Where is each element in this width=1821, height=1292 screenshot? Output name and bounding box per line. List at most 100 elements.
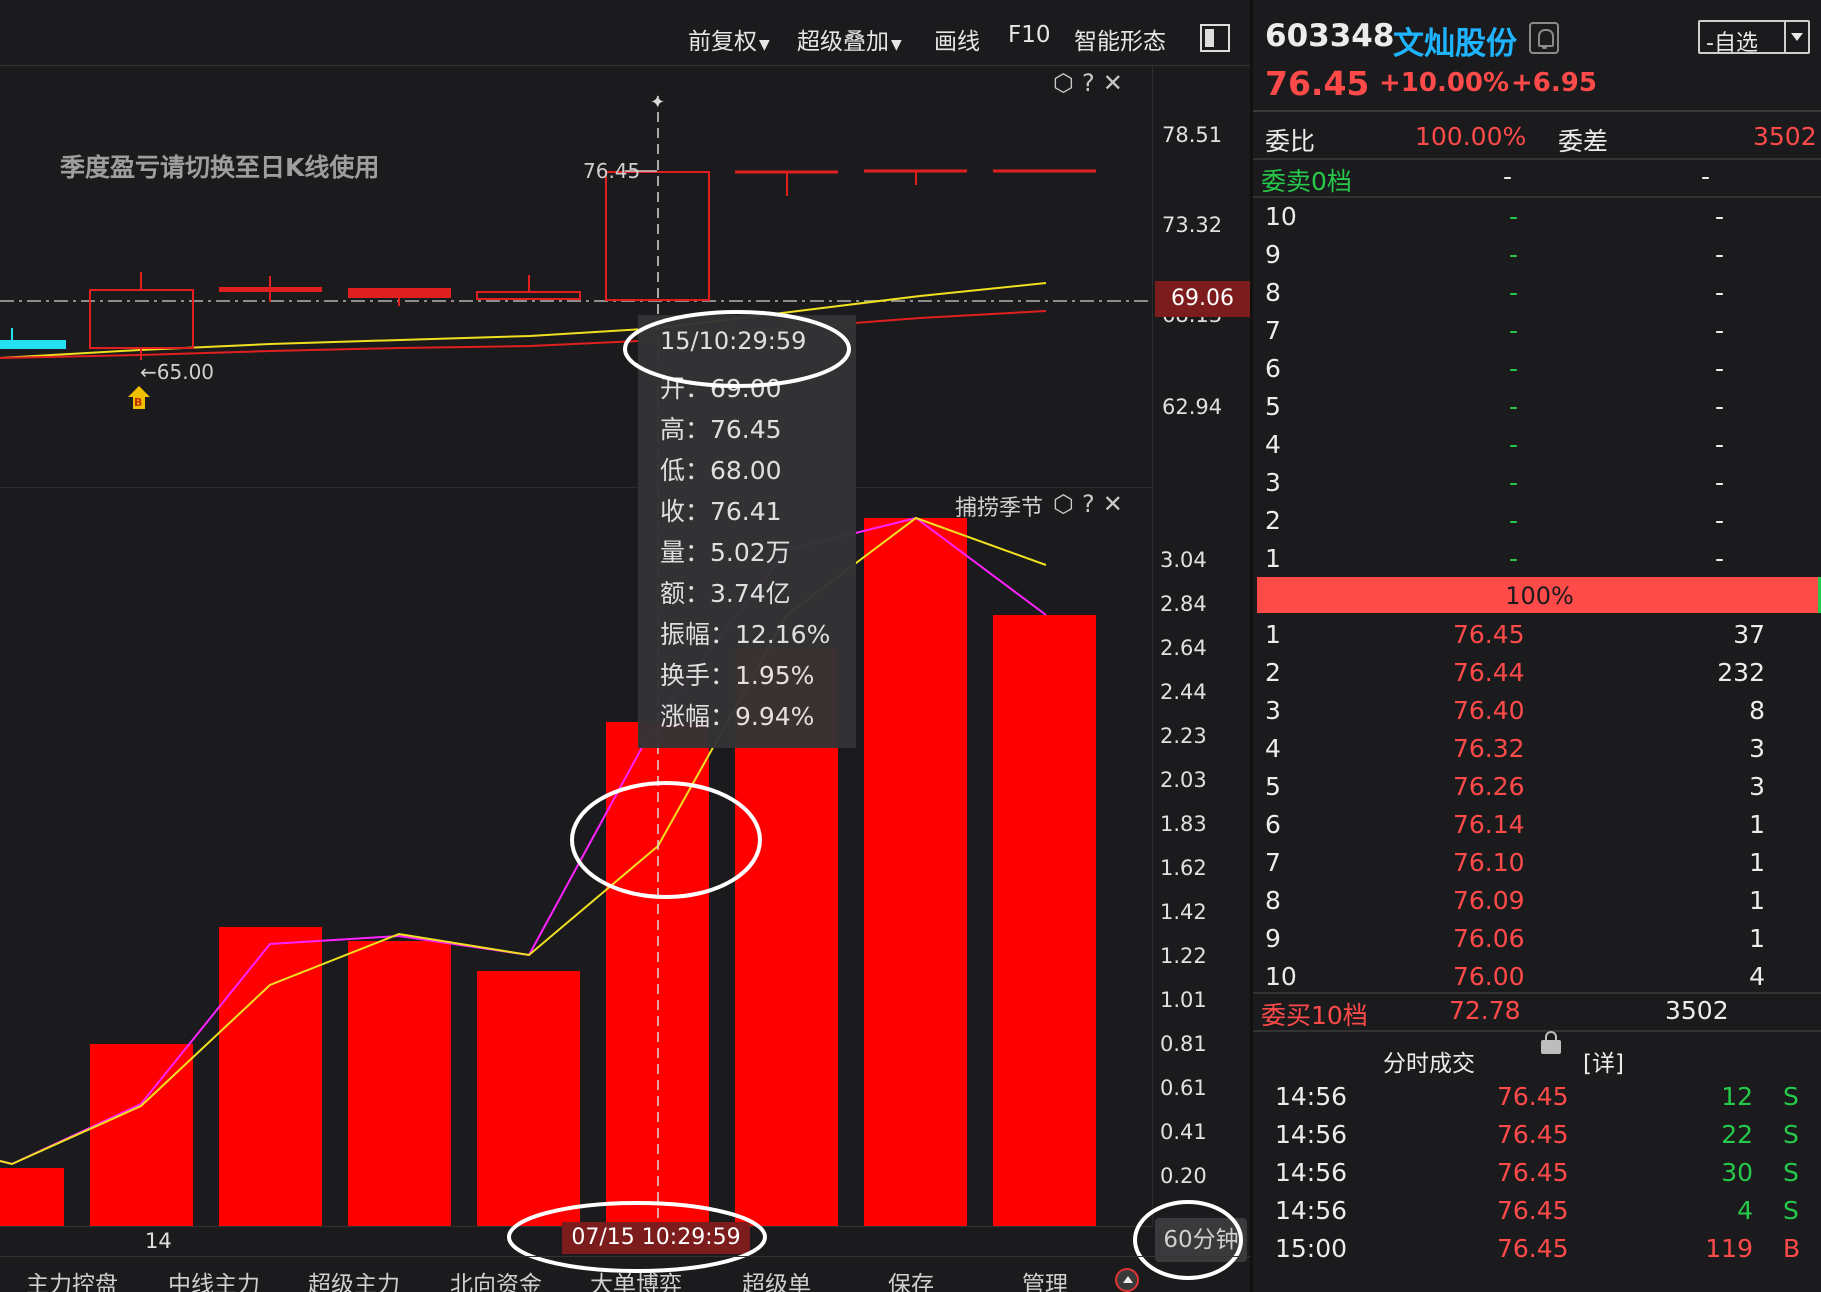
- caret-down-icon: ▼: [891, 37, 902, 53]
- caret-down-icon: ▼: [759, 37, 770, 53]
- trade-time: 14:56: [1275, 1196, 1348, 1225]
- watchlist-button[interactable]: -自选: [1698, 20, 1810, 56]
- ratio-bar-label: 100%: [1505, 582, 1574, 610]
- level-number: 4: [1265, 430, 1281, 459]
- tab-mid-term-main[interactable]: 中线主力: [168, 1265, 260, 1292]
- tooltip-row: 高：76.45: [660, 415, 782, 444]
- level-volume: 232: [1717, 658, 1765, 687]
- trade-price: 76.45: [1497, 1082, 1569, 1111]
- level-price: 76.14: [1453, 810, 1525, 839]
- level-number: 1: [1265, 620, 1281, 649]
- level-volume: -: [1715, 278, 1725, 307]
- axis-divider: [1152, 66, 1153, 1226]
- tab-super-order[interactable]: 超级单: [742, 1265, 811, 1292]
- bell-icon[interactable]: [1529, 22, 1559, 54]
- buy-total-volume: 3502: [1665, 996, 1729, 1025]
- stock-code: 603348: [1265, 18, 1395, 54]
- trade-price: 76.45: [1497, 1158, 1569, 1187]
- tab-save[interactable]: 保存: [888, 1265, 934, 1292]
- smart-pattern-button[interactable]: 智能形态: [1074, 22, 1166, 56]
- watchlist-label: -自选: [1706, 31, 1758, 56]
- level-price: 76.26: [1453, 772, 1525, 801]
- level-price: -: [1509, 430, 1519, 459]
- level-number: 1: [1265, 544, 1281, 573]
- tab-manage[interactable]: 管理: [1022, 1265, 1068, 1292]
- tooltip-row: 收：76.41: [660, 497, 782, 526]
- y-axis-label: 2.03: [1160, 768, 1207, 792]
- candle: [348, 288, 451, 298]
- lock-icon[interactable]: [1541, 1031, 1561, 1054]
- level-price: 76.40: [1453, 696, 1525, 725]
- level-number: 5: [1265, 772, 1281, 801]
- level-number: 6: [1265, 810, 1281, 839]
- y-axis-label: 1.62: [1160, 856, 1207, 880]
- trade-side: S: [1783, 1082, 1799, 1111]
- f10-button[interactable]: F10: [1008, 22, 1051, 48]
- level-volume: -: [1715, 316, 1725, 345]
- tooltip-row: 换手：1.95%: [660, 661, 815, 690]
- tab-big-order[interactable]: 大单博弈: [590, 1265, 682, 1292]
- level-volume: 3: [1749, 772, 1765, 801]
- chevron-down-icon[interactable]: [1784, 22, 1808, 52]
- tooltip-row: 量：5.02万: [660, 538, 791, 567]
- trade-price: 76.45: [1497, 1196, 1569, 1225]
- draw-line-button[interactable]: 画线: [934, 22, 980, 56]
- level-number: 10: [1265, 202, 1297, 231]
- abs-change: +6.95: [1511, 68, 1597, 98]
- tab-northbound[interactable]: 北向资金: [450, 1265, 542, 1292]
- trade-side: S: [1783, 1196, 1799, 1225]
- indicator-tabs: 主力控盘 中线主力 超级主力 北向资金 大单博弈 超级单 保存 管理: [0, 1256, 1250, 1292]
- level-volume: 8: [1749, 696, 1765, 725]
- tab-scroll-up-icon[interactable]: [1115, 1268, 1139, 1292]
- y-axis-label: 1.22: [1160, 944, 1207, 968]
- level-price: 76.32: [1453, 734, 1525, 763]
- layout-toggle-icon[interactable]: [1200, 24, 1230, 52]
- chart-area[interactable]: 前复权 ▼ 超级叠加 ▼ 画线 F10 智能形态 ⬡?✕ 季度盈亏请切换至日K线使用…: [0, 0, 1250, 1292]
- y-axis-label: 3.04: [1160, 548, 1207, 572]
- level-number: 5: [1265, 392, 1281, 421]
- tab-super-main[interactable]: 超级主力: [308, 1265, 400, 1292]
- y-axis-label: 0.81: [1160, 1032, 1207, 1056]
- level-volume: 1: [1749, 810, 1765, 839]
- trades-detail-link[interactable]: [详]: [1583, 1044, 1624, 1078]
- trade-side: B: [1783, 1234, 1801, 1263]
- quote-panel: 603348 文灿股份 -自选 76.45 +10.00% +6.95 委比 1…: [1250, 0, 1821, 1292]
- tab-main-control[interactable]: 主力控盘: [26, 1265, 118, 1292]
- level-volume: -: [1715, 506, 1725, 535]
- indicator-bar: [0, 1168, 64, 1226]
- candle: [219, 287, 322, 292]
- tooltip-row: 振幅：12.16%: [660, 620, 831, 649]
- level-number: 9: [1265, 924, 1281, 953]
- y-axis-label: 73.32: [1162, 213, 1223, 237]
- cursor-date-tag: 07/15 10:29:59: [562, 1222, 750, 1254]
- tooltip-time: 15/10:29:59: [660, 327, 807, 355]
- adjust-menu[interactable]: 前复权 ▼: [688, 22, 770, 56]
- level-number: 10: [1265, 962, 1297, 991]
- sell-total-price: -: [1503, 162, 1513, 191]
- level-price: 76.09: [1453, 886, 1525, 915]
- sell-total-volume: -: [1701, 162, 1711, 191]
- stock-name[interactable]: 文灿股份: [1393, 18, 1517, 63]
- level-number: 3: [1265, 468, 1281, 497]
- overlay-menu[interactable]: 超级叠加 ▼: [797, 22, 902, 56]
- trade-price: 76.45: [1497, 1120, 1569, 1149]
- level-volume: 4: [1749, 962, 1765, 991]
- level-volume: 3: [1749, 734, 1765, 763]
- trade-time: 15:00: [1275, 1234, 1348, 1263]
- bid-ask-ratio-bar: 100%: [1257, 577, 1821, 613]
- y-axis-label: 2.23: [1160, 724, 1207, 748]
- y-axis-label: 1.42: [1160, 900, 1207, 924]
- kline-chart[interactable]: 76.45 ←65.00 B ✦: [0, 66, 1152, 486]
- tooltip-row: 额：3.74亿: [660, 579, 791, 608]
- trade-side: S: [1783, 1158, 1799, 1187]
- trade-price: 76.45: [1497, 1234, 1569, 1263]
- y-axis-label: 62.94: [1162, 395, 1223, 419]
- indicator-chart[interactable]: [0, 488, 1152, 1226]
- buy-total-price: 72.78: [1449, 996, 1521, 1025]
- level-price: -: [1509, 506, 1519, 535]
- y-axis-label: 0.20: [1160, 1164, 1207, 1188]
- tooltip-row: 涨幅：9.94%: [660, 702, 815, 731]
- y-axis-label: 2.64: [1160, 636, 1207, 660]
- level-number: 2: [1265, 506, 1281, 535]
- level-volume: 1: [1749, 924, 1765, 953]
